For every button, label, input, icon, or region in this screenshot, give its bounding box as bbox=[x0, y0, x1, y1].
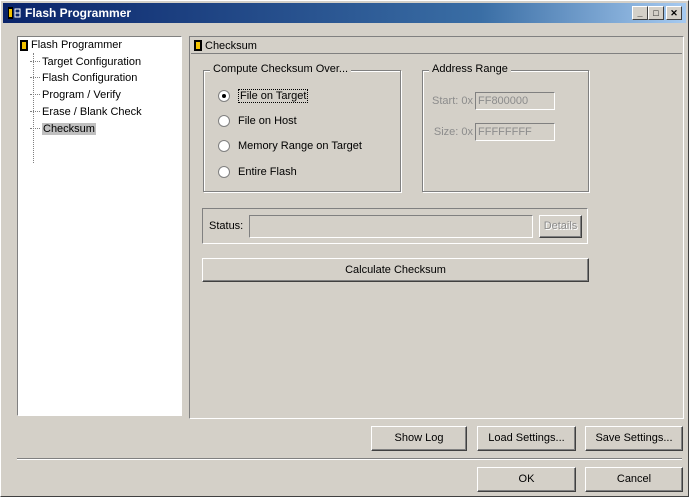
close-icon: ✕ bbox=[670, 8, 678, 18]
footer-divider bbox=[17, 458, 682, 460]
status-field bbox=[249, 215, 533, 238]
tree-item-checksum[interactable]: Checksum bbox=[30, 121, 96, 136]
tree-item-flash-configuration[interactable]: Flash Configuration bbox=[30, 70, 137, 85]
start-label: Start: 0x bbox=[432, 95, 473, 107]
save-settings-label: Save Settings... bbox=[595, 432, 673, 444]
tree-item-label: Checksum bbox=[42, 122, 96, 135]
load-settings-button[interactable]: Load Settings... bbox=[477, 426, 576, 451]
tree-item-target-configuration[interactable]: Target Configuration bbox=[30, 54, 141, 69]
status-label: Status: bbox=[209, 220, 244, 232]
tree-item-label: Program / Verify bbox=[42, 88, 121, 101]
tree-item-erase-blank-check[interactable]: Erase / Blank Check bbox=[30, 104, 142, 119]
radio-file-on-target[interactable]: File on Target bbox=[218, 89, 309, 103]
tree-item-program-verify[interactable]: Program / Verify bbox=[30, 87, 121, 102]
size-label: Size: 0x bbox=[433, 126, 473, 138]
show-log-label: Show Log bbox=[394, 432, 444, 444]
maximize-icon: □ bbox=[653, 8, 659, 18]
radio-label: File on Host bbox=[238, 115, 297, 127]
close-button[interactable]: ✕ bbox=[666, 6, 682, 20]
address-range-group: Address Range Start: 0x FF800000 Size: 0… bbox=[422, 63, 589, 192]
tree-item-label: Target Configuration bbox=[42, 55, 142, 68]
flash-programmer-icon bbox=[8, 7, 21, 19]
radio-unselected-icon bbox=[218, 166, 230, 178]
show-log-button[interactable]: Show Log bbox=[371, 426, 467, 451]
panel-title: Checksum bbox=[205, 39, 257, 52]
radio-label: Memory Range on Target bbox=[238, 140, 362, 152]
radio-selected-icon bbox=[218, 90, 230, 102]
radio-unselected-icon bbox=[218, 115, 230, 127]
maximize-button[interactable]: □ bbox=[648, 6, 664, 20]
title-bar[interactable]: Flash Programmer _ □ ✕ bbox=[3, 3, 686, 23]
minimize-icon: _ bbox=[637, 8, 643, 18]
radio-entire-flash[interactable]: Entire Flash bbox=[218, 166, 297, 178]
panel-header: Checksum bbox=[191, 38, 682, 54]
radio-file-on-host[interactable]: File on Host bbox=[218, 115, 297, 127]
radio-memory-range-on-target[interactable]: Memory Range on Target bbox=[218, 140, 362, 152]
navigation-tree[interactable]: Flash Programmer Target Configuration Fl… bbox=[17, 36, 182, 416]
cancel-label: Cancel bbox=[616, 473, 652, 485]
flash-programmer-window: Flash Programmer _ □ ✕ Flash Programmer … bbox=[0, 0, 689, 497]
ok-button[interactable]: OK bbox=[477, 467, 576, 492]
window-title: Flash Programmer bbox=[25, 6, 132, 20]
details-button: Details bbox=[539, 215, 582, 238]
details-label: Details bbox=[543, 220, 578, 232]
minimize-button[interactable]: _ bbox=[632, 6, 648, 20]
cancel-button[interactable]: Cancel bbox=[585, 467, 683, 492]
start-address-field: FF800000 bbox=[475, 92, 555, 110]
flash-icon bbox=[20, 39, 28, 51]
flash-icon bbox=[194, 40, 202, 51]
load-settings-label: Load Settings... bbox=[488, 432, 565, 444]
tree-item-label: Flash Configuration bbox=[42, 71, 138, 84]
checksum-panel: Checksum Compute Checksum Over... File o… bbox=[189, 36, 684, 419]
compute-checksum-legend: Compute Checksum Over... bbox=[210, 63, 352, 75]
tree-root[interactable]: Flash Programmer bbox=[20, 38, 122, 52]
tree-item-label: Erase / Blank Check bbox=[42, 105, 142, 118]
calculate-checksum-button[interactable]: Calculate Checksum bbox=[202, 258, 589, 282]
radio-label: File on Target bbox=[238, 89, 309, 103]
status-group: Status: Details bbox=[202, 208, 588, 244]
save-settings-button[interactable]: Save Settings... bbox=[585, 426, 683, 451]
tree-root-label: Flash Programmer bbox=[31, 39, 123, 51]
ok-label: OK bbox=[518, 473, 535, 485]
address-range-legend: Address Range bbox=[429, 63, 511, 75]
radio-label: Entire Flash bbox=[238, 166, 297, 178]
size-field: FFFFFFFF bbox=[475, 123, 555, 141]
compute-checksum-group: Compute Checksum Over... File on Target … bbox=[203, 63, 401, 192]
radio-unselected-icon bbox=[218, 140, 230, 152]
calculate-checksum-label: Calculate Checksum bbox=[345, 264, 446, 276]
